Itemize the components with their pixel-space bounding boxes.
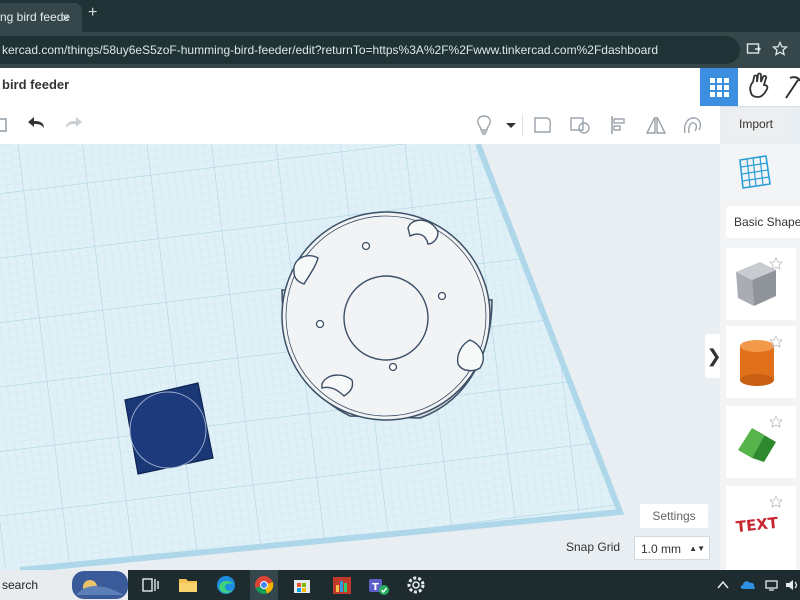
shapes-panel: Basic Shape TEXT bbox=[720, 144, 800, 570]
text-shape-preview: TEXT bbox=[735, 514, 780, 536]
shape-category-label: Basic Shape bbox=[734, 215, 800, 229]
tools-button[interactable] bbox=[780, 68, 800, 106]
shape-category-select[interactable]: Basic Shape bbox=[726, 206, 800, 238]
editor-toolbar bbox=[0, 106, 720, 145]
close-tab-icon[interactable]: × bbox=[62, 3, 70, 32]
chrome-taskbar-active[interactable] bbox=[250, 570, 278, 600]
blocks-button[interactable] bbox=[740, 68, 778, 106]
install-app-icon[interactable] bbox=[746, 41, 762, 57]
text-shape-icon: TEXT bbox=[735, 495, 783, 536]
group-icon[interactable] bbox=[532, 114, 554, 136]
lightbulb-icon[interactable] bbox=[474, 114, 494, 136]
shape-tile-box[interactable] bbox=[726, 248, 796, 320]
search-highlight-icon bbox=[72, 571, 128, 599]
dropdown-caret-icon[interactable] bbox=[504, 114, 518, 136]
grid-view-icon bbox=[710, 78, 729, 97]
workplane-canvas[interactable] bbox=[0, 144, 720, 570]
edge-browser-icon[interactable] bbox=[214, 574, 238, 596]
3d-design-view-button[interactable] bbox=[700, 68, 738, 106]
cylinder-shape-icon bbox=[740, 335, 783, 386]
feeder-disc-shape[interactable] bbox=[281, 211, 493, 421]
box-shape-icon bbox=[736, 257, 783, 306]
workplane-icon[interactable] bbox=[734, 152, 774, 192]
teams-icon[interactable]: T bbox=[366, 574, 390, 596]
settings-gear-icon[interactable] bbox=[404, 574, 428, 596]
workplane-viewport[interactable]: ❯ bbox=[0, 144, 720, 570]
store-icon[interactable] bbox=[290, 574, 314, 596]
snap-grid-select[interactable]: 1.0 mm ▲▼ bbox=[634, 536, 710, 560]
snap-grid-value: 1.0 mm bbox=[641, 542, 682, 556]
bookmark-star-icon[interactable] bbox=[772, 41, 788, 57]
stepper-arrows-icon: ▲▼ bbox=[689, 544, 705, 553]
pickaxe-icon bbox=[785, 76, 800, 99]
windows-taskbar: search T bbox=[0, 570, 800, 600]
align-icon[interactable] bbox=[608, 114, 630, 136]
browser-tab-bar: ng bird feede × + bbox=[0, 0, 800, 32]
browser-tab[interactable]: ng bird feede × bbox=[0, 3, 82, 32]
address-bar[interactable]: kercad.com/things/58uy6eS5zoF-humming-bi… bbox=[0, 36, 740, 64]
address-bar-row: kercad.com/things/58uy6eS5zoF-humming-bi… bbox=[0, 32, 800, 68]
shape-tile-text[interactable]: TEXT bbox=[726, 486, 796, 570]
svg-text:T: T bbox=[372, 582, 379, 593]
network-icon[interactable] bbox=[764, 578, 780, 592]
roof-shape-icon bbox=[738, 415, 783, 462]
speaker-icon[interactable] bbox=[784, 578, 800, 592]
hand-icon bbox=[749, 72, 769, 98]
settings-button[interactable]: Settings bbox=[640, 504, 708, 528]
shape-tile-roof[interactable] bbox=[726, 406, 796, 478]
chart-app-icon[interactable] bbox=[330, 574, 354, 596]
new-tab-button[interactable]: + bbox=[88, 4, 97, 22]
taskbar-search[interactable]: search bbox=[0, 570, 128, 600]
shape-tile-cylinder[interactable] bbox=[726, 326, 796, 398]
square-base-shape[interactable] bbox=[124, 382, 214, 475]
show-hidden-icons-chevron-icon[interactable] bbox=[716, 578, 730, 592]
mirror-icon[interactable] bbox=[644, 114, 668, 136]
collapse-panel-button[interactable]: ❯ bbox=[705, 334, 720, 378]
task-view-icon[interactable] bbox=[138, 574, 162, 596]
delete-icon[interactable] bbox=[0, 114, 8, 134]
snap-grid-label: Snap Grid bbox=[566, 540, 621, 554]
redo-icon[interactable] bbox=[62, 114, 84, 134]
undo-icon[interactable] bbox=[26, 114, 48, 134]
url-text: kercad.com/things/58uy6eS5zoF-humming-bi… bbox=[2, 43, 658, 57]
search-label: search bbox=[2, 578, 39, 592]
toolbar-divider bbox=[522, 114, 523, 136]
chrome-icon bbox=[255, 576, 274, 595]
onedrive-icon[interactable] bbox=[740, 578, 756, 592]
cruise-icon[interactable] bbox=[680, 114, 704, 136]
ungroup-icon[interactable] bbox=[568, 114, 592, 136]
file-explorer-icon[interactable] bbox=[176, 574, 200, 596]
app-header: bird feeder bbox=[0, 68, 800, 107]
tab-title: ng bird feede bbox=[0, 10, 71, 24]
import-button[interactable]: Import bbox=[723, 111, 789, 137]
design-title[interactable]: bird feeder bbox=[2, 77, 69, 92]
